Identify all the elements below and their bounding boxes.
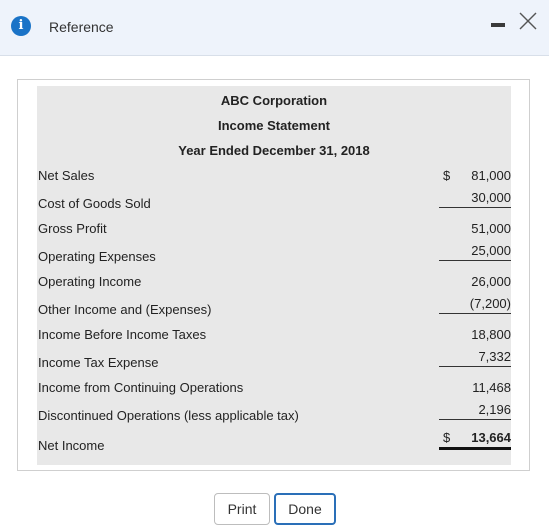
amount-income-tax-expense: 7,332 <box>478 349 511 364</box>
done-button[interactable]: Done <box>274 493 336 525</box>
amount-continuing-operations: 11,468 <box>472 380 511 395</box>
close-icon[interactable] <box>517 10 539 32</box>
subtotal-rule <box>439 419 511 420</box>
info-icon: i <box>11 16 31 36</box>
statement-title: Income Statement <box>218 118 330 133</box>
amount-income-before-taxes: 18,800 <box>471 327 511 342</box>
company-name: ABC Corporation <box>220 93 328 108</box>
total-double-rule <box>439 447 511 450</box>
subtotal-rule <box>439 366 511 367</box>
income-statement: ABC Corporation Income Statement Year En… <box>37 86 511 465</box>
statement-period: Year Ended December 31, 2018 <box>178 143 370 158</box>
print-button[interactable]: Print <box>214 493 270 525</box>
row-label-gross-profit: Gross Profit <box>38 221 107 236</box>
subtotal-rule <box>439 207 511 208</box>
row-label-net-income: Net Income <box>38 438 105 453</box>
amount-operating-income: 26,000 <box>471 274 511 289</box>
row-label-continuing-operations: Income from Continuing Operations <box>38 380 244 395</box>
statement-panel: ABC Corporation Income Statement Year En… <box>17 79 530 471</box>
row-label-operating-income: Operating Income <box>38 274 142 289</box>
amount-other-income: (7,200) <box>469 296 511 311</box>
dialog-header: i Reference <box>0 0 549 56</box>
amount-cogs: 30,000 <box>471 190 511 205</box>
row-label-cogs: Cost of Goods Sold <box>38 196 151 211</box>
row-label-income-before-taxes: Income Before Income Taxes <box>38 327 207 342</box>
row-label-income-tax-expense: Income Tax Expense <box>38 355 159 370</box>
subtotal-rule <box>439 260 511 261</box>
row-label-net-sales: Net Sales <box>38 168 95 183</box>
amount-operating-expenses: 25,000 <box>471 243 511 258</box>
amount-net-income: 13,664 <box>471 430 511 445</box>
subtotal-rule <box>439 313 511 314</box>
amount-gross-profit: 51,000 <box>471 221 511 236</box>
row-label-other-income: Other Income and (Expenses) <box>38 302 212 317</box>
row-label-operating-expenses: Operating Expenses <box>38 249 156 264</box>
minimize-icon[interactable] <box>491 23 505 27</box>
amount-discontinued-operations: 2,196 <box>478 402 511 417</box>
row-label-discontinued-operations: Discontinued Operations (less applicable… <box>38 408 299 423</box>
dialog-title: Reference <box>49 19 114 35</box>
amount-net-sales: 81,000 <box>471 168 511 183</box>
